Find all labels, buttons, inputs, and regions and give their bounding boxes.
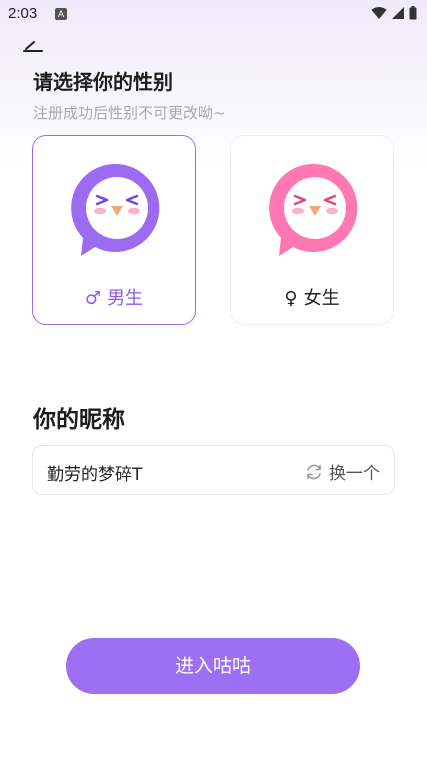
signal-icon (392, 7, 404, 19)
gender-label-male: ♂ 男生 (33, 284, 195, 310)
battery-icon (409, 6, 417, 20)
female-symbol-icon: ♀ (284, 288, 298, 309)
page-subtitle: 注册成功后性别不可更改呦~ (33, 104, 226, 122)
nickname-field[interactable]: 勤劳的梦碎T 换一个 (32, 445, 395, 495)
notification-icon: A (55, 8, 67, 20)
gender-label-female: ♀ 女生 (231, 284, 393, 310)
nickname-value: 勤劳的梦碎T (47, 465, 143, 485)
male-symbol-icon: ♂ (84, 288, 102, 309)
refresh-nickname-button[interactable]: 换一个 (305, 459, 380, 484)
gender-text-female: 女生 (303, 288, 340, 309)
status-bar: 2:03 A (0, 0, 427, 30)
enter-button[interactable]: 进入咕咕 (66, 638, 360, 694)
nickname-section-title: 你的昵称 (33, 407, 125, 433)
female-avatar-icon (269, 163, 358, 256)
gender-option-male[interactable]: ♂ 男生 (32, 135, 196, 325)
status-icons (371, 6, 417, 20)
wifi-icon (371, 7, 387, 20)
back-arrow-icon[interactable] (22, 38, 46, 58)
gender-text-male: 男生 (107, 288, 144, 309)
gender-option-female[interactable]: ♀ 女生 (230, 135, 394, 325)
refresh-label: 换一个 (329, 464, 380, 484)
page-title: 请选择你的性别 (33, 70, 173, 94)
status-time: 2:03 (8, 5, 38, 22)
male-avatar-icon (71, 163, 160, 256)
refresh-icon (307, 464, 321, 479)
